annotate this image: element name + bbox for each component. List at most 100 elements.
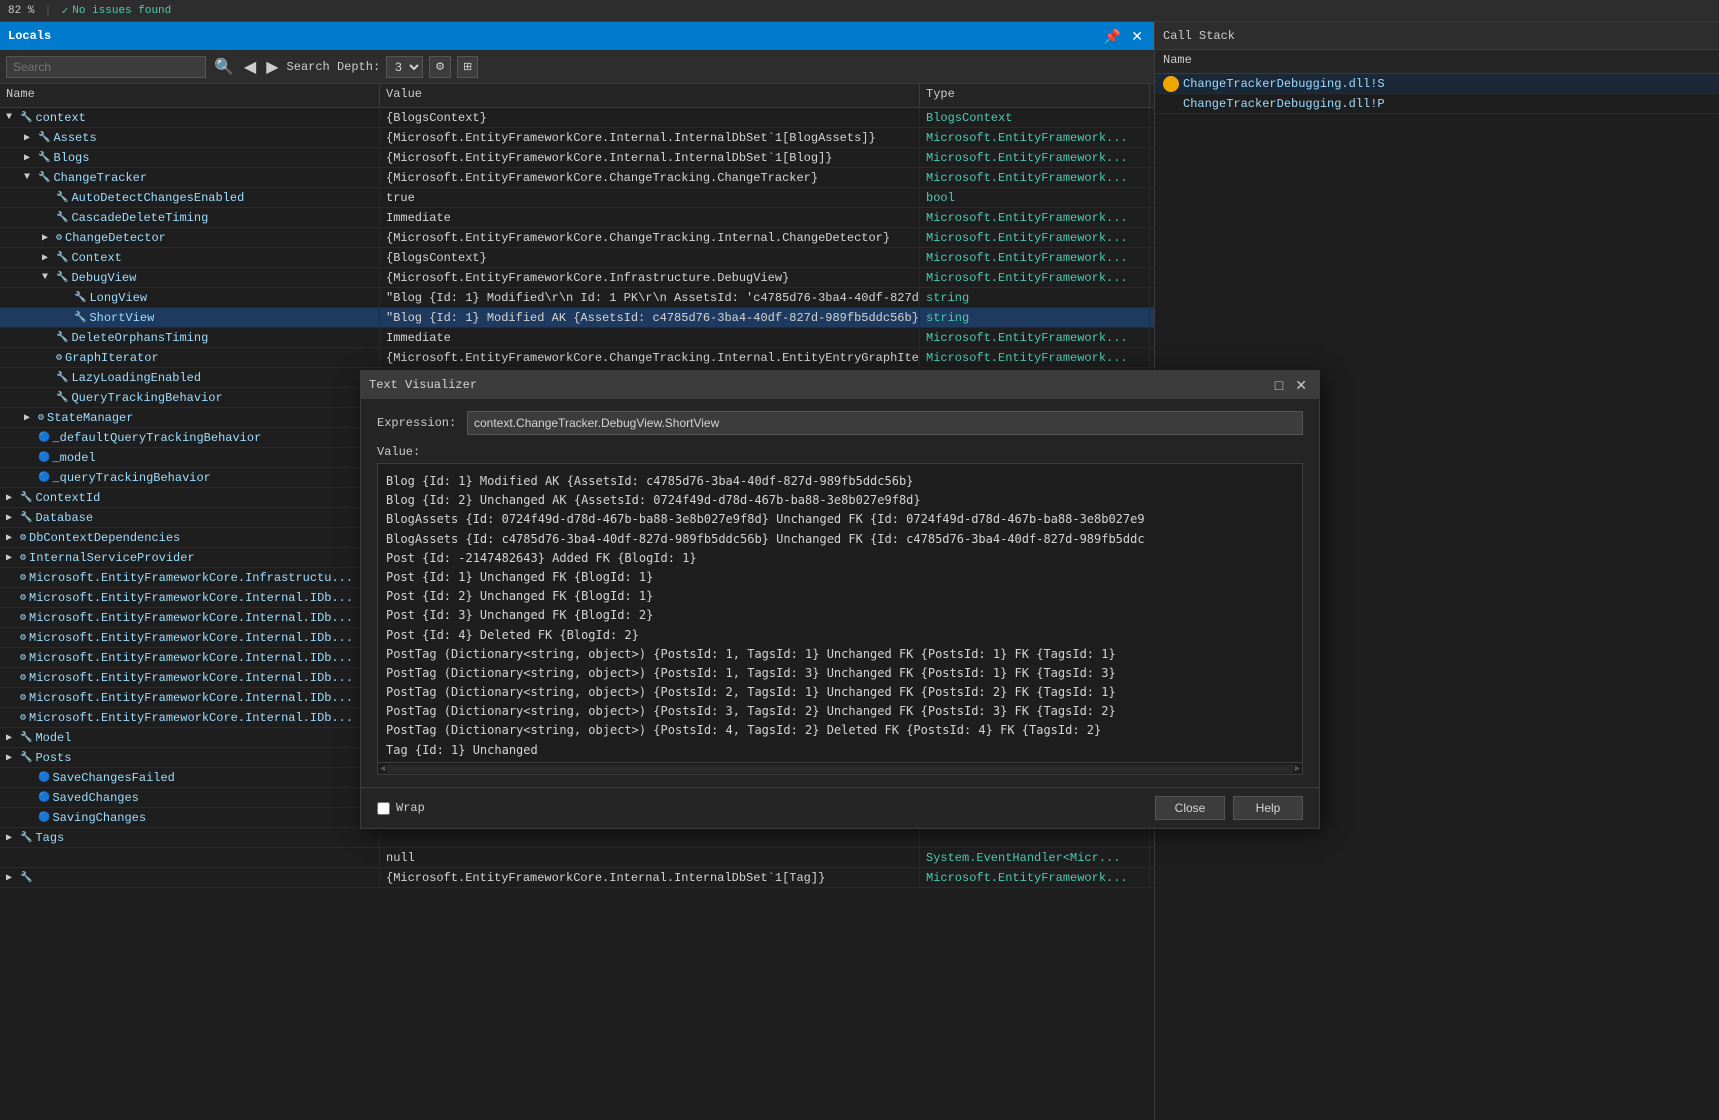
type-icon: 🔧: [20, 112, 32, 124]
cell-name: 🔧Tags: [0, 828, 380, 847]
type-icon: 🔧: [56, 212, 68, 224]
cell-name: ⚙ChangeDetector: [0, 228, 380, 247]
cell-type: Microsoft.EntityFramework...: [920, 128, 1150, 147]
dialog-maximize-button[interactable]: □: [1271, 377, 1287, 394]
table-row[interactable]: 🔧DeleteOrphansTiming Immediate Microsoft…: [0, 328, 1154, 348]
table-row[interactable]: 🔧Blogs {Microsoft.EntityFrameworkCore.In…: [0, 148, 1154, 168]
value-textarea[interactable]: Blog {Id: 1} Modified AK {AssetsId: c478…: [377, 463, 1303, 763]
table-row[interactable]: 🔧ChangeTracker {Microsoft.EntityFramewor…: [0, 168, 1154, 188]
cell-value: true: [380, 188, 920, 207]
expand-arrow[interactable]: [6, 552, 20, 564]
refresh-button[interactable]: ⚙: [429, 56, 451, 78]
cell-type: BlogsContext: [920, 108, 1150, 127]
locals-header-controls: 📌 ✕: [1101, 28, 1146, 45]
cell-type: Microsoft.EntityFramework...: [920, 868, 1150, 887]
expand-arrow[interactable]: [6, 832, 20, 844]
forward-button[interactable]: ▶: [264, 57, 280, 77]
cell-name: 🔧LongView: [0, 288, 380, 307]
call-stack-text: ChangeTrackerDebugging.dll!S: [1183, 77, 1385, 91]
cell-name: ⚙DbContextDependencies: [0, 528, 380, 547]
cell-name: 🔵_model: [0, 448, 380, 467]
active-frame-icon: [1163, 76, 1179, 92]
cell-value: {Microsoft.EntityFrameworkCore.ChangeTra…: [380, 168, 920, 187]
col-name-header: Name: [0, 84, 380, 107]
cell-name: 🔧Model: [0, 728, 380, 747]
expand-arrow[interactable]: [24, 152, 38, 164]
expand-arrow[interactable]: [42, 252, 56, 264]
search-input[interactable]: [6, 56, 206, 78]
type-icon: 🔧: [38, 132, 50, 144]
cell-type: string: [920, 288, 1150, 307]
cell-value: {Microsoft.EntityFrameworkCore.Internal.…: [380, 148, 920, 167]
back-button[interactable]: ◀: [242, 57, 258, 77]
cell-name: ⚙StateManager: [0, 408, 380, 427]
type-icon: ⚙: [20, 672, 26, 684]
table-row[interactable]: 🔧 {Microsoft.EntityFrameworkCore.Interna…: [0, 868, 1154, 888]
h-scrollbar[interactable]: ◄ ►: [377, 763, 1303, 775]
col-type-header: Type: [920, 84, 1150, 107]
close-locals-button[interactable]: ✕: [1128, 28, 1146, 45]
text-visualizer-dialog[interactable]: Text Visualizer □ ✕ Expression: Value: B…: [360, 370, 1320, 829]
expand-arrow[interactable]: [6, 732, 20, 744]
cell-value: {Microsoft.EntityFrameworkCore.ChangeTra…: [380, 348, 920, 367]
cell-name: ⚙Microsoft.EntityFrameworkCore.Internal.…: [0, 608, 380, 627]
call-stack-col-header: Name: [1155, 50, 1719, 74]
expand-arrow[interactable]: [6, 532, 20, 544]
cell-name: 🔧Assets: [0, 128, 380, 147]
type-icon: 🔵: [38, 772, 50, 784]
table-row[interactable]: 🔧Context {BlogsContext} Microsoft.Entity…: [0, 248, 1154, 268]
cell-name: 🔵_defaultQueryTrackingBehavior: [0, 428, 380, 447]
cell-name: 🔵_queryTrackingBehavior: [0, 468, 380, 487]
type-icon: ⚙: [56, 352, 62, 364]
type-icon: 🔧: [56, 332, 68, 344]
table-row[interactable]: 🔧Tags: [0, 828, 1154, 848]
expand-arrow[interactable]: [24, 412, 38, 424]
cell-name: ⚙Microsoft.EntityFrameworkCore.Internal.…: [0, 648, 380, 667]
table-row[interactable]: 🔧AutoDetectChangesEnabled true bool: [0, 188, 1154, 208]
close-button[interactable]: Close: [1155, 796, 1225, 820]
type-icon: 🔧: [20, 752, 32, 764]
cell-name: ⚙Microsoft.EntityFrameworkCore.Internal.…: [0, 688, 380, 707]
call-stack-row[interactable]: ChangeTrackerDebugging.dll!P: [1155, 94, 1719, 114]
expand-arrow[interactable]: [6, 492, 20, 504]
wrap-checkbox[interactable]: [377, 802, 390, 815]
type-icon: 🔧: [20, 872, 32, 884]
type-icon: 🔵: [38, 792, 50, 804]
cell-name: 🔧DeleteOrphansTiming: [0, 328, 380, 347]
table-row[interactable]: 🔧LongView "Blog {Id: 1} Modified\r\n Id:…: [0, 288, 1154, 308]
table-row[interactable]: 🔧Assets {Microsoft.EntityFrameworkCore.I…: [0, 128, 1154, 148]
cell-name: 🔧QueryTrackingBehavior: [0, 388, 380, 407]
expand-arrow[interactable]: [6, 512, 20, 524]
locals-title: Locals: [8, 29, 51, 43]
dialog-close-button[interactable]: ✕: [1291, 377, 1311, 394]
type-icon: ⚙: [38, 412, 44, 424]
expand-arrow[interactable]: [6, 872, 20, 884]
type-icon: ⚙: [20, 612, 26, 624]
table-row[interactable]: ⚙GraphIterator {Microsoft.EntityFramewor…: [0, 348, 1154, 368]
table-row[interactable]: 🔧DebugView {Microsoft.EntityFrameworkCor…: [0, 268, 1154, 288]
pin-button[interactable]: 📌: [1101, 28, 1124, 45]
expand-arrow[interactable]: [6, 112, 20, 123]
table-row[interactable]: ⚙ChangeDetector {Microsoft.EntityFramewo…: [0, 228, 1154, 248]
expand-arrow[interactable]: [42, 272, 56, 283]
expand-arrow[interactable]: [42, 232, 56, 244]
type-icon: ⚙: [20, 592, 26, 604]
search-depth-select[interactable]: 3 1 2 4 5: [386, 56, 423, 78]
search-icon-btn[interactable]: 🔍: [212, 57, 236, 77]
call-stack-row[interactable]: ChangeTrackerDebugging.dll!S: [1155, 74, 1719, 94]
dialog-controls: □ ✕: [1271, 377, 1311, 394]
expand-arrow[interactable]: [24, 172, 38, 183]
table-row[interactable]: 🔧context {BlogsContext} BlogsContext: [0, 108, 1154, 128]
table-row-selected[interactable]: 🔧ShortView "Blog {Id: 1} Modified AK {As…: [0, 308, 1154, 328]
expand-all-button[interactable]: ⊞: [457, 56, 478, 78]
expression-input[interactable]: [467, 411, 1303, 435]
expand-arrow[interactable]: [6, 752, 20, 764]
cell-name: 🔧ContextId: [0, 488, 380, 507]
table-row[interactable]: 🔧CascadeDeleteTiming Immediate Microsoft…: [0, 208, 1154, 228]
cell-value: null: [380, 848, 920, 867]
table-row[interactable]: null System.EventHandler<Micr...: [0, 848, 1154, 868]
help-button[interactable]: Help: [1233, 796, 1303, 820]
expand-arrow[interactable]: [24, 132, 38, 144]
dialog-action-buttons: Close Help: [1155, 796, 1303, 820]
cell-type: System.EventHandler<Micr...: [920, 848, 1150, 867]
